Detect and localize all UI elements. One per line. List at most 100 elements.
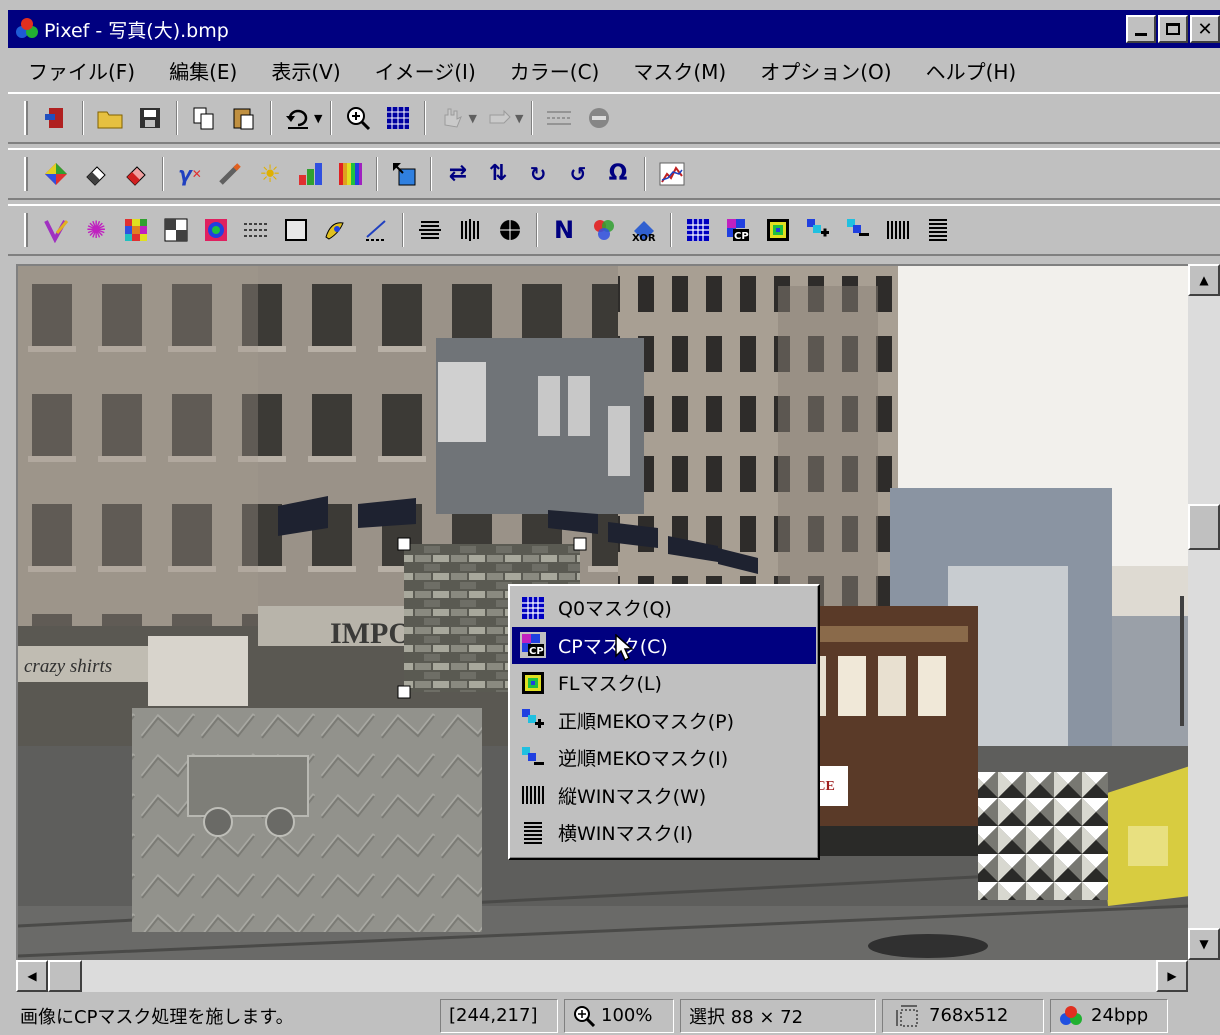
menu-item-label: Q0マスク(Q) [558, 598, 672, 621]
eraser2-icon[interactable] [120, 158, 152, 190]
maximize-button[interactable] [1158, 15, 1188, 43]
menu-item-vwin-mask[interactable]: 縦WINマスク(W) [512, 777, 816, 815]
menu-item-q0-mask[interactable]: Q0マスク(Q) [512, 589, 816, 627]
svg-text:CP: CP [529, 646, 544, 657]
meko-minus-icon[interactable] [842, 214, 874, 246]
flip-h-icon[interactable]: ⇄ [442, 158, 474, 190]
menu-view[interactable]: 表示(V) [251, 56, 354, 85]
rotate-180-icon[interactable]: Ω [602, 158, 634, 190]
shop-sign: crazy shirts [24, 656, 112, 677]
menu-image[interactable]: イメージ(I) [355, 56, 490, 85]
paste-icon[interactable] [228, 102, 260, 134]
gamma-icon[interactable]: γ ✕ [174, 158, 206, 190]
scroll-left-button[interactable]: ◀ [16, 960, 48, 992]
brightness-icon[interactable]: ☀ [254, 158, 286, 190]
menu-file[interactable]: ファイル(F) [8, 56, 149, 85]
close-button[interactable]: ✕ [1190, 15, 1220, 43]
n-icon[interactable]: N [548, 214, 580, 246]
pen-icon[interactable] [214, 158, 246, 190]
toolbar-grip[interactable] [24, 213, 28, 247]
horizontal-scrollbar[interactable]: ◀ ▶ [16, 960, 1188, 992]
hand-dropdown-icon[interactable]: ▼ [468, 112, 476, 125]
menu-options[interactable]: オプション(O) [740, 56, 905, 85]
image-canvas[interactable]: IMPOSTO crazy shirts ICE Q0マスク(Q) CP CPマ… [16, 264, 1188, 960]
menu-edit[interactable]: 編集(E) [149, 56, 251, 85]
menu-item-label: CPマスク(C) [558, 631, 668, 659]
horizontal-scroll-thumb[interactable] [48, 960, 82, 992]
toolbar-file: ▼ ▼ ▼ [8, 92, 1220, 144]
app-icon [16, 18, 38, 40]
color-wheel-icon[interactable] [588, 214, 620, 246]
eraser-icon[interactable] [80, 158, 112, 190]
toolbar-mask: ✺ N XOR CP [8, 204, 1220, 256]
star-icon[interactable]: ✺ [80, 214, 112, 246]
vertical-scroll-thumb[interactable] [1188, 504, 1220, 550]
menu-item-label: 横WINマスク(I) [558, 823, 694, 846]
rgb-icon[interactable] [294, 158, 326, 190]
pen2-icon[interactable] [360, 214, 392, 246]
toolbar-grip[interactable] [24, 157, 28, 191]
hand-icon[interactable] [436, 102, 468, 134]
q0-mask-icon [520, 595, 546, 621]
rotate-ccw-90-icon[interactable]: ↺ [562, 158, 594, 190]
flip-v-icon[interactable]: ⇅ [482, 158, 514, 190]
brush-icon[interactable] [40, 214, 72, 246]
save-icon[interactable] [134, 102, 166, 134]
center-v-icon[interactable] [454, 214, 486, 246]
stripes-icon[interactable] [240, 214, 272, 246]
resize-icon[interactable] [388, 158, 420, 190]
undo-dropdown-icon[interactable]: ▼ [314, 112, 322, 125]
stop-icon[interactable] [583, 102, 615, 134]
meko-plus-icon[interactable] [802, 214, 834, 246]
histogram-icon[interactable] [656, 158, 688, 190]
menu-item-meko-reverse[interactable]: 逆順MEKOマスク(I) [512, 739, 816, 777]
q0-mask-icon[interactable] [682, 214, 714, 246]
menu-item-hwin-mask[interactable]: 横WINマスク(I) [512, 814, 816, 852]
undo-icon[interactable] [282, 102, 314, 134]
pointer-icon[interactable] [483, 102, 515, 134]
checker-icon[interactable] [160, 214, 192, 246]
open-folder-icon[interactable] [94, 102, 126, 134]
zoom-icon [574, 1005, 595, 1027]
menu-mask[interactable]: マスク(M) [613, 56, 740, 85]
zoom-icon[interactable] [342, 102, 374, 134]
vwin-icon[interactable] [882, 214, 914, 246]
copy-icon[interactable] [188, 102, 220, 134]
line-icon[interactable] [543, 102, 575, 134]
menu-color[interactable]: カラー(C) [490, 56, 614, 85]
scroll-down-button[interactable]: ▼ [1188, 928, 1220, 960]
fl-mask-icon[interactable] [762, 214, 794, 246]
menu-item-cp-mask[interactable]: CP CPマスク(C) [512, 626, 816, 664]
vwin-icon [520, 782, 546, 808]
menu-bar: ファイル(F) 編集(E) 表示(V) イメージ(I) カラー(C) マスク(M… [8, 50, 1220, 90]
mask-context-menu: Q0マスク(Q) CP CPマスク(C) FLマスク(L) 正順MEKOマスク(… [508, 584, 820, 860]
mosaic-icon[interactable] [120, 214, 152, 246]
spiral-icon[interactable] [200, 214, 232, 246]
hwin-icon[interactable] [922, 214, 954, 246]
grid-icon[interactable] [382, 102, 414, 134]
palette-icon[interactable] [334, 158, 366, 190]
center-h-icon[interactable] [414, 214, 446, 246]
xor-icon[interactable]: XOR [628, 214, 660, 246]
toolbar-grip[interactable] [24, 101, 28, 135]
cursor-icon [615, 634, 634, 662]
status-depth: 24bpp [1050, 998, 1168, 1033]
toolbar-color: γ ✕ ☀ ⇄ ⇅ ↻ ↺ Ω [8, 148, 1220, 200]
center-icon[interactable] [494, 214, 526, 246]
menu-item-meko-forward[interactable]: 正順MEKOマスク(P) [512, 702, 816, 740]
exit-icon[interactable] [40, 102, 72, 134]
cp-mask-icon[interactable]: CP [722, 214, 754, 246]
status-message: 画像にCPマスク処理を施します。 [20, 1006, 294, 1028]
color-icon[interactable] [40, 158, 72, 190]
pointer-dropdown-icon[interactable]: ▼ [515, 112, 523, 125]
menu-item-fl-mask[interactable]: FLマスク(L) [512, 664, 816, 702]
scroll-up-button[interactable]: ▲ [1188, 264, 1220, 296]
scroll-right-button[interactable]: ▶ [1156, 960, 1188, 992]
minimize-button[interactable] [1126, 15, 1156, 43]
frame-icon[interactable] [280, 214, 312, 246]
vertical-scrollbar[interactable]: ▲ ▼ [1188, 264, 1220, 960]
status-selection: 選択 88 × 72 [680, 998, 876, 1033]
paint-icon[interactable] [320, 214, 352, 246]
menu-help[interactable]: ヘルプ(H) [906, 56, 1031, 85]
rotate-90-icon[interactable]: ↻ [522, 158, 554, 190]
